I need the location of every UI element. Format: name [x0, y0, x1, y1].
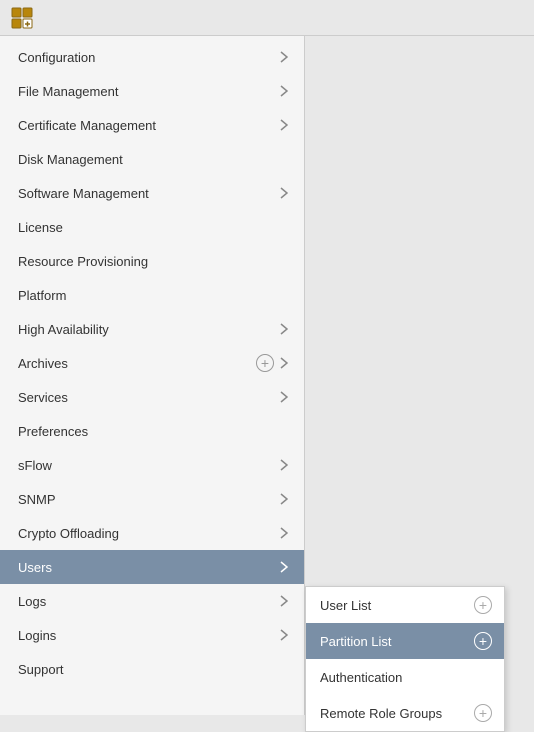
- menu-item-label-certificate-management: Certificate Management: [18, 118, 278, 133]
- menu-item-support[interactable]: Support: [0, 652, 304, 686]
- menu-item-icons-software-management: [278, 187, 290, 199]
- menu-item-icons-logins: [278, 629, 290, 641]
- menu-item-label-services: Services: [18, 390, 278, 405]
- chevron-right-icon-users: [278, 561, 290, 573]
- menu-item-high-availability[interactable]: High Availability: [0, 312, 304, 346]
- submenu-panel: User List+Partition List+AuthenticationR…: [305, 586, 505, 732]
- chevron-right-icon-sflow: [278, 459, 290, 471]
- menu-item-license[interactable]: License: [0, 210, 304, 244]
- header: [0, 0, 534, 36]
- menu-item-configuration[interactable]: Configuration: [0, 40, 304, 74]
- menu-item-icons-sflow: [278, 459, 290, 471]
- menu-item-icons-file-management: [278, 85, 290, 97]
- menu-item-label-high-availability: High Availability: [18, 322, 278, 337]
- submenu-item-authentication[interactable]: Authentication: [306, 659, 504, 695]
- menu-item-label-software-management: Software Management: [18, 186, 278, 201]
- menu-item-icons-configuration: [278, 51, 290, 63]
- content-area: Configuration File Management Certificate …: [0, 36, 534, 715]
- menu-item-label-sflow: sFlow: [18, 458, 278, 473]
- submenu-circle-plus-icon-user-list[interactable]: +: [474, 596, 492, 614]
- menu-item-label-configuration: Configuration: [18, 50, 278, 65]
- menu-item-label-logins: Logins: [18, 628, 278, 643]
- menu-item-platform[interactable]: Platform: [0, 278, 304, 312]
- menu-item-logs[interactable]: Logs: [0, 584, 304, 618]
- menu-item-label-license: License: [18, 220, 290, 235]
- chevron-right-icon-services: [278, 391, 290, 403]
- menu-item-icons-archives: +: [256, 354, 290, 372]
- menu-item-crypto-offloading[interactable]: Crypto Offloading: [0, 516, 304, 550]
- menu-item-icons-snmp: [278, 493, 290, 505]
- menu-item-label-crypto-offloading: Crypto Offloading: [18, 526, 278, 541]
- submenu-item-label-authentication: Authentication: [320, 670, 492, 685]
- menu-item-disk-management[interactable]: Disk Management: [0, 142, 304, 176]
- menu-item-resource-provisioning[interactable]: Resource Provisioning: [0, 244, 304, 278]
- menu-item-label-snmp: SNMP: [18, 492, 278, 507]
- menu-panel: Configuration File Management Certificate …: [0, 36, 305, 715]
- menu-item-label-users: Users: [18, 560, 278, 575]
- chevron-right-icon-logs: [278, 595, 290, 607]
- chevron-right-icon-logins: [278, 629, 290, 641]
- menu-item-certificate-management[interactable]: Certificate Management: [0, 108, 304, 142]
- submenu-item-remote-role-groups[interactable]: Remote Role Groups+: [306, 695, 504, 731]
- chevron-right-icon-high-availability: [278, 323, 290, 335]
- menu-item-file-management[interactable]: File Management: [0, 74, 304, 108]
- menu-item-sflow[interactable]: sFlow: [0, 448, 304, 482]
- chevron-right-icon-snmp: [278, 493, 290, 505]
- system-icon: [10, 6, 34, 30]
- chevron-right-icon-archives: [278, 357, 290, 369]
- chevron-right-icon-file-management: [278, 85, 290, 97]
- menu-item-icons-services: [278, 391, 290, 403]
- menu-item-icons-certificate-management: [278, 119, 290, 131]
- menu-item-label-preferences: Preferences: [18, 424, 290, 439]
- page-container: Configuration File Management Certificate …: [0, 0, 534, 715]
- menu-item-label-file-management: File Management: [18, 84, 278, 99]
- circle-plus-icon-archives[interactable]: +: [256, 354, 274, 372]
- menu-item-label-logs: Logs: [18, 594, 278, 609]
- submenu-circle-plus-icon-partition-list[interactable]: +: [474, 632, 492, 650]
- menu-item-services[interactable]: Services: [0, 380, 304, 414]
- submenu-item-label-remote-role-groups: Remote Role Groups: [320, 706, 474, 721]
- submenu-item-partition-list[interactable]: Partition List+: [306, 623, 504, 659]
- submenu-item-user-list[interactable]: User List+: [306, 587, 504, 623]
- menu-item-software-management[interactable]: Software Management: [0, 176, 304, 210]
- submenu-circle-plus-icon-remote-role-groups[interactable]: +: [474, 704, 492, 722]
- menu-item-snmp[interactable]: SNMP: [0, 482, 304, 516]
- menu-item-users[interactable]: Users: [0, 550, 304, 584]
- chevron-right-icon-crypto-offloading: [278, 527, 290, 539]
- chevron-right-icon-certificate-management: [278, 119, 290, 131]
- menu-item-label-disk-management: Disk Management: [18, 152, 290, 167]
- submenu-item-label-user-list: User List: [320, 598, 474, 613]
- menu-item-icons-high-availability: [278, 323, 290, 335]
- menu-item-preferences[interactable]: Preferences: [0, 414, 304, 448]
- menu-item-icons-crypto-offloading: [278, 527, 290, 539]
- menu-item-logins[interactable]: Logins: [0, 618, 304, 652]
- menu-item-icons-users: [278, 561, 290, 573]
- menu-item-archives[interactable]: Archives+: [0, 346, 304, 380]
- submenu-item-label-partition-list: Partition List: [320, 634, 474, 649]
- menu-item-label-platform: Platform: [18, 288, 290, 303]
- menu-item-label-resource-provisioning: Resource Provisioning: [18, 254, 290, 269]
- menu-item-icons-logs: [278, 595, 290, 607]
- menu-item-label-archives: Archives: [18, 356, 256, 371]
- menu-item-label-support: Support: [18, 662, 290, 677]
- chevron-right-icon-configuration: [278, 51, 290, 63]
- chevron-right-icon-software-management: [278, 187, 290, 199]
